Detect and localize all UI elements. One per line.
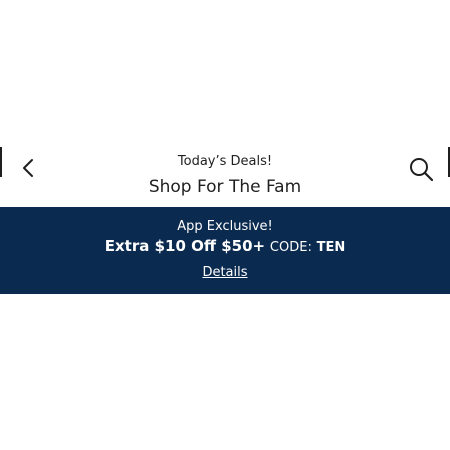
page-header: Today’s Deals! Shop For The Fam: [0, 143, 450, 207]
page-title: Shop For The Fam: [148, 177, 302, 197]
promo-kicker: App Exclusive!: [177, 219, 273, 234]
details-link[interactable]: Details: [0, 265, 450, 281]
deals-kicker: Today’s Deals!: [177, 154, 273, 169]
promo-offer-line: Extra $10 Off $50+ CODE: TEN: [0, 236, 450, 258]
promo-code-label: CODE:: [269, 240, 312, 255]
promo-code: TEN: [316, 240, 346, 255]
search-icon: [410, 158, 434, 182]
promo-banner: App Exclusive! Extra $10 Off $50+ CODE: …: [0, 207, 450, 294]
promo-offer-text: Extra $10 Off $50+: [104, 237, 266, 255]
search-button[interactable]: [406, 154, 436, 184]
